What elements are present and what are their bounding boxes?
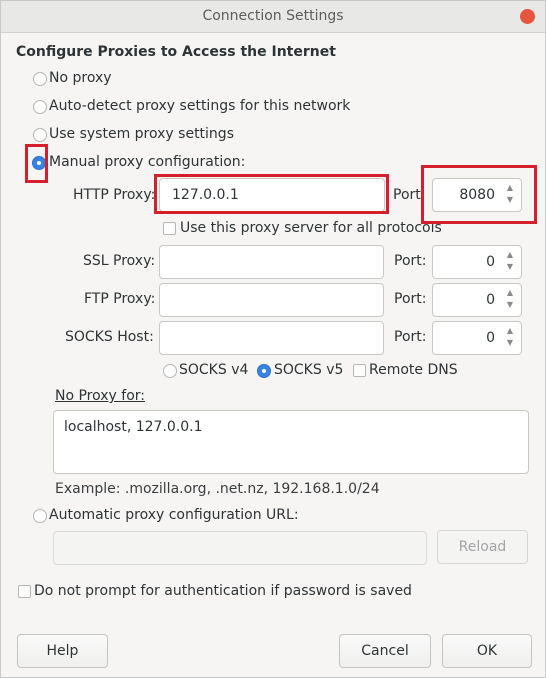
no-proxy-radio[interactable] [33, 72, 47, 86]
remote-dns-label[interactable]: Remote DNS [369, 362, 458, 378]
stepper-arrows-icon[interactable]: ▲ ▼ [505, 325, 515, 351]
use-for-all-label[interactable]: Use this proxy server for all protocols [180, 220, 442, 236]
remote-dns-checkbox[interactable] [353, 364, 366, 377]
ftp-port-label: Port: [394, 291, 427, 307]
socks-port-value: 0 [486, 330, 495, 346]
system-proxy-radio[interactable] [33, 128, 47, 142]
http-port-value: 8080 [459, 187, 495, 203]
auto-config-url-input[interactable] [53, 531, 427, 565]
auto-detect-label[interactable]: Auto-detect proxy settings for this netw… [49, 98, 350, 114]
stepper-arrows-icon[interactable]: ▲ ▼ [505, 249, 515, 275]
auto-config-label[interactable]: Automatic proxy configuration URL: [49, 507, 299, 523]
ftp-proxy-label: FTP Proxy: [84, 291, 156, 307]
connection-settings-dialog: Connection Settings Configure Proxies to… [0, 0, 546, 678]
cancel-button[interactable]: Cancel [339, 634, 431, 668]
socks-v5-radio[interactable] [257, 364, 271, 378]
no-proxy-for-textarea[interactable]: localhost, 127.0.0.1 [53, 410, 529, 474]
auto-detect-radio[interactable] [33, 100, 47, 114]
ftp-port-value: 0 [486, 292, 495, 308]
ssl-proxy-input[interactable] [159, 245, 384, 279]
ok-button[interactable]: OK [442, 634, 532, 668]
socks-v5-label[interactable]: SOCKS v5 [274, 362, 343, 378]
help-button[interactable]: Help [17, 634, 108, 668]
no-proxy-label[interactable]: No proxy [49, 70, 112, 86]
ssl-port-label: Port: [394, 253, 427, 269]
http-proxy-input[interactable]: 127.0.0.1 [159, 178, 385, 212]
socks-host-input[interactable] [159, 321, 384, 355]
auth-prompt-label[interactable]: Do not prompt for authentication if pass… [34, 583, 412, 599]
socks-port-stepper[interactable]: 0 ▲ ▼ [432, 321, 522, 355]
no-proxy-example: Example: .mozilla.org, .net.nz, 192.168.… [55, 481, 380, 497]
manual-proxy-radio[interactable] [32, 156, 46, 170]
manual-proxy-label[interactable]: Manual proxy configuration: [49, 154, 245, 170]
socks-v4-radio[interactable] [163, 364, 177, 378]
use-for-all-checkbox[interactable] [163, 222, 176, 235]
ssl-port-stepper[interactable]: 0 ▲ ▼ [432, 245, 522, 279]
socks-port-label: Port: [394, 329, 427, 345]
stepper-arrows-icon[interactable]: ▲ ▼ [505, 182, 515, 208]
section-heading: Configure Proxies to Access the Internet [16, 44, 336, 60]
window-title: Connection Settings [202, 8, 344, 24]
ssl-port-value: 0 [486, 254, 495, 270]
ftp-proxy-input[interactable] [159, 283, 384, 317]
system-proxy-label[interactable]: Use system proxy settings [49, 126, 234, 142]
http-proxy-label: HTTP Proxy: [73, 187, 156, 203]
http-port-label: Port [393, 187, 421, 203]
ftp-port-stepper[interactable]: 0 ▲ ▼ [432, 283, 522, 317]
ssl-proxy-label: SSL Proxy: [83, 253, 156, 269]
reload-button[interactable]: Reload [437, 530, 528, 564]
stepper-arrows-icon[interactable]: ▲ ▼ [505, 287, 515, 313]
close-icon[interactable] [520, 9, 535, 24]
title-bar: Connection Settings [1, 1, 545, 33]
socks-host-label: SOCKS Host: [65, 329, 154, 345]
auth-prompt-checkbox[interactable] [18, 585, 31, 598]
no-proxy-for-label: No Proxy for: [55, 388, 146, 404]
http-port-stepper[interactable]: 8080 ▲ ▼ [432, 178, 522, 212]
auto-config-radio[interactable] [33, 509, 47, 523]
socks-v4-label[interactable]: SOCKS v4 [179, 362, 248, 378]
